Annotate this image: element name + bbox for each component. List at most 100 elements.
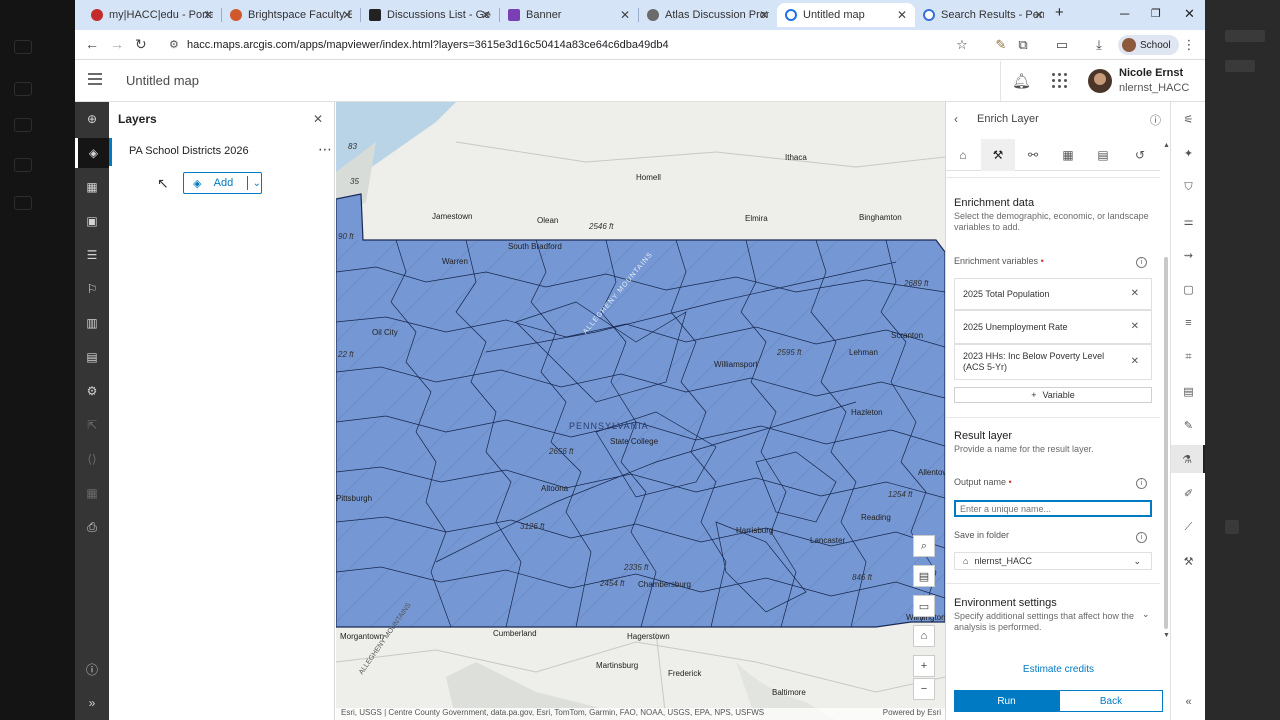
- avatar[interactable]: [1088, 69, 1112, 93]
- folder-select[interactable]: ⌂ nlernst_HACC ⌄: [954, 552, 1152, 570]
- output-name-input[interactable]: [954, 500, 1152, 517]
- fields-icon[interactable]: ≡: [1171, 309, 1205, 337]
- scrollbar-thumb[interactable]: [1164, 257, 1168, 629]
- map-title[interactable]: Untitled map: [126, 73, 199, 88]
- share-icon[interactable]: ⇱: [75, 410, 109, 440]
- browser-menu-icon[interactable]: ⋮: [1181, 37, 1197, 53]
- close-tab-icon[interactable]: ✕: [481, 8, 491, 22]
- bookmark-star-icon[interactable]: ☆: [954, 37, 970, 53]
- add-variable-button[interactable]: + Variable: [954, 387, 1152, 403]
- restore-icon[interactable]: ❐: [1151, 7, 1161, 20]
- styles-icon[interactable]: ✦: [1171, 139, 1205, 167]
- effects-icon[interactable]: ⚌: [1171, 207, 1205, 235]
- analysis-icon[interactable]: ⚗: [1171, 445, 1205, 473]
- back-arrow-icon[interactable]: ←: [85, 36, 99, 52]
- bookmark-icon[interactable]: ⚐: [75, 274, 109, 304]
- add-layer-button[interactable]: ◈ Add ⌄: [183, 172, 262, 194]
- scroll-down-icon[interactable]: ▼: [1163, 632, 1170, 639]
- chevron-down-icon[interactable]: ⌄: [1142, 609, 1150, 620]
- back-button[interactable]: Back: [1059, 690, 1163, 712]
- tab-discussions[interactable]: Discussions List - GeoA ✕: [361, 3, 499, 27]
- reload-icon[interactable]: ↻: [135, 36, 147, 53]
- create-app-icon[interactable]: ▦: [75, 478, 109, 508]
- add-layer-icon[interactable]: ⊕: [75, 104, 109, 134]
- basemap-icon[interactable]: ▣: [75, 206, 109, 236]
- sketch-icon[interactable]: ✎: [1171, 411, 1205, 439]
- tools-icon[interactable]: ⚒: [981, 139, 1015, 171]
- close-tab-icon[interactable]: ✕: [620, 8, 630, 22]
- run-button[interactable]: Run: [954, 690, 1059, 712]
- url-input[interactable]: ⚙ hacc.maps.arcgis.com/apps/mapviewer/in…: [163, 34, 978, 56]
- zoom-in-button[interactable]: +: [913, 655, 935, 677]
- puzzle-icon[interactable]: ⧉: [1015, 37, 1031, 53]
- remove-variable-icon[interactable]: ✕: [1131, 288, 1139, 299]
- close-tab-icon[interactable]: ✕: [342, 8, 352, 22]
- measure-icon[interactable]: ⟋: [1171, 513, 1205, 541]
- notification-bell-icon[interactable]: 🔔︎: [1012, 72, 1031, 90]
- legend-icon[interactable]: ☰: [75, 240, 109, 270]
- map-screen-icon[interactable]: ▭: [913, 595, 935, 617]
- close-tab-icon[interactable]: ✕: [203, 8, 213, 22]
- map-view[interactable]: Ithaca Homell Jamestown Olean Elmira Bin…: [336, 102, 945, 720]
- workflow-icon[interactable]: ⚯: [1016, 139, 1050, 171]
- layer-item[interactable]: PA School Districts 2026 ⋯: [109, 138, 335, 166]
- close-tab-icon[interactable]: ✕: [759, 8, 769, 22]
- remove-variable-icon[interactable]: ✕: [1131, 321, 1139, 332]
- map-print-icon[interactable]: ▤: [913, 565, 935, 587]
- expand-icon[interactable]: »: [75, 688, 109, 718]
- tab-banner[interactable]: Banner ✕: [500, 3, 638, 27]
- forward-arrow-icon[interactable]: →: [110, 36, 124, 52]
- close-window-icon[interactable]: ✕: [1184, 6, 1195, 22]
- cast-icon[interactable]: ▭: [1054, 37, 1070, 53]
- chevron-left-icon[interactable]: ‹: [954, 112, 958, 126]
- close-icon[interactable]: ✕: [313, 112, 323, 126]
- info-icon[interactable]: i: [1136, 532, 1147, 543]
- configure-click-icon[interactable]: ⇝: [1171, 241, 1205, 269]
- close-tab-icon[interactable]: ✕: [897, 8, 907, 22]
- edit-icon[interactable]: ✐: [1171, 479, 1205, 507]
- info-icon[interactable]: ⓘ: [75, 654, 109, 684]
- download-icon[interactable]: ⤓: [1091, 37, 1107, 53]
- app-launcher-icon[interactable]: [1052, 73, 1067, 88]
- print-icon[interactable]: ⎙: [75, 512, 109, 542]
- tab-portal[interactable]: my|HACC|edu - Portal ✕: [83, 3, 221, 27]
- remove-variable-icon[interactable]: ✕: [1131, 356, 1139, 367]
- properties-icon[interactable]: ⚟: [1171, 105, 1205, 133]
- info-icon[interactable]: ⓘ: [1150, 112, 1161, 128]
- table-icon[interactable]: ▦: [75, 172, 109, 202]
- environment-settings-title[interactable]: Environment settings: [954, 597, 1057, 609]
- info-icon[interactable]: i: [1136, 257, 1147, 268]
- chevron-down-icon[interactable]: ⌄: [253, 178, 261, 189]
- close-tab-icon[interactable]: ✕: [1034, 8, 1044, 22]
- tab-atlas[interactable]: Atlas Discussion Promp ✕: [639, 3, 777, 27]
- more-options-icon[interactable]: ⋯: [318, 141, 332, 158]
- zoom-out-button[interactable]: −: [913, 678, 935, 700]
- filter-icon[interactable]: ⛉: [1171, 173, 1205, 201]
- tab-untitled-map[interactable]: Untitled map ✕: [777, 3, 915, 27]
- home-icon[interactable]: ⌂: [946, 139, 980, 171]
- raster-function-icon[interactable]: ▦: [1051, 139, 1085, 171]
- tab-search-results[interactable]: Search Results - Penns ✕: [915, 3, 1052, 27]
- forms-icon[interactable]: ▤: [1171, 377, 1205, 405]
- estimate-credits-link[interactable]: Estimate credits: [946, 664, 1171, 675]
- popups-icon[interactable]: ▢: [1171, 275, 1205, 303]
- scroll-up-icon[interactable]: ▲: [1163, 142, 1170, 149]
- map-properties-icon[interactable]: ⚙: [75, 376, 109, 406]
- map-home-icon[interactable]: ⌂: [913, 625, 935, 647]
- site-info-icon[interactable]: ⚙: [169, 38, 179, 51]
- scrollbar[interactable]: ▲ ▼: [1163, 142, 1170, 642]
- minimize-icon[interactable]: ─: [1120, 6, 1129, 21]
- history-icon[interactable]: ↺: [1123, 139, 1157, 171]
- collapse-icon[interactable]: «: [1171, 688, 1205, 716]
- wrench-icon[interactable]: ⚒: [1171, 547, 1205, 575]
- save-map-icon[interactable]: ▤: [75, 342, 109, 372]
- map-search-icon[interactable]: ⌕: [913, 535, 935, 557]
- extension-icon[interactable]: ✎: [993, 37, 1009, 53]
- labels-icon[interactable]: ⌗: [1171, 343, 1205, 371]
- embed-icon[interactable]: ⟨⟩: [75, 444, 109, 474]
- layers-icon[interactable]: ◈: [75, 138, 109, 168]
- profile-button[interactable]: School: [1118, 35, 1179, 55]
- hamburger-menu-icon[interactable]: [88, 73, 102, 85]
- charts-icon[interactable]: ▥: [75, 308, 109, 338]
- info-icon[interactable]: i: [1136, 478, 1147, 489]
